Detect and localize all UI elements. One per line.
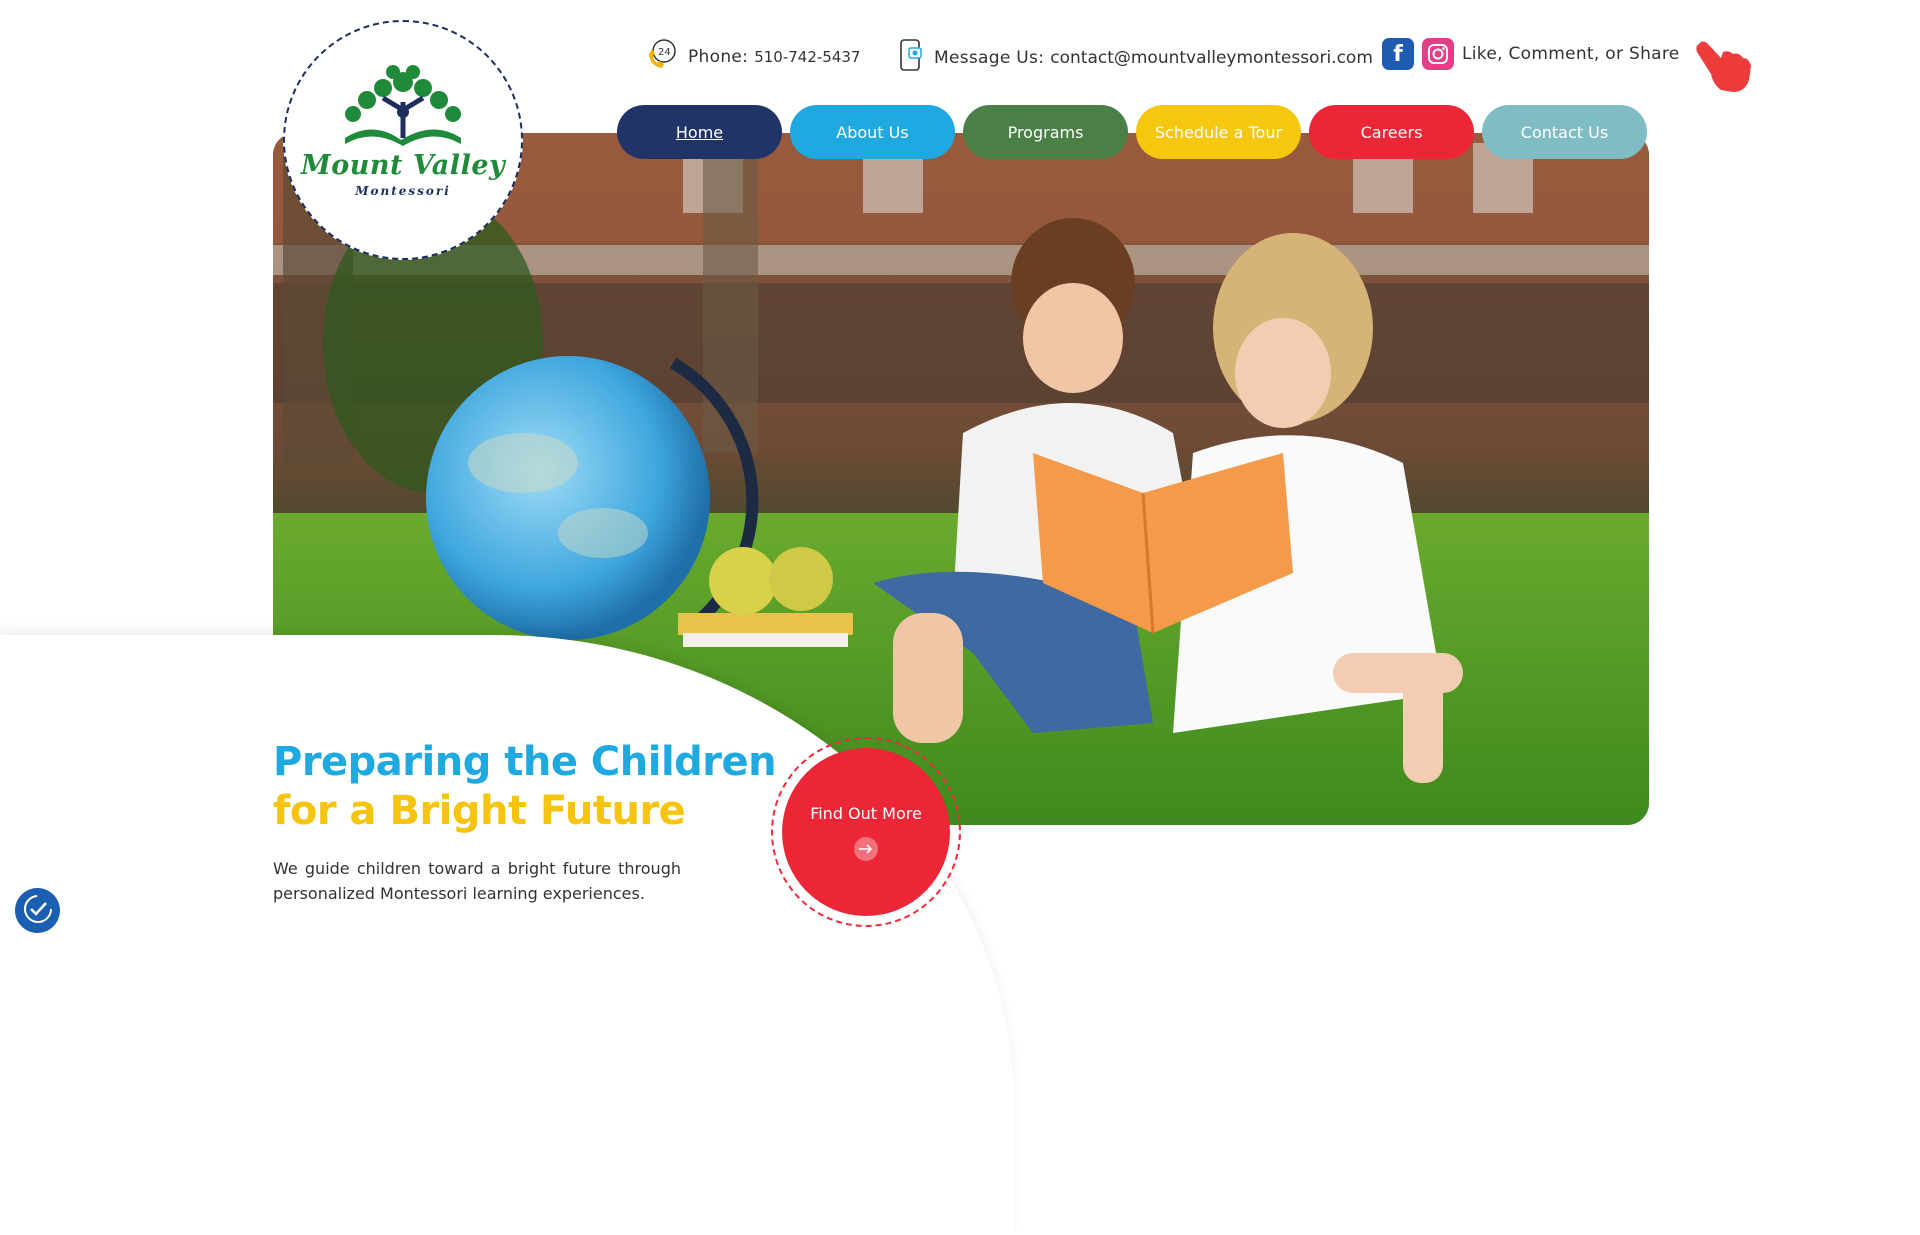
logo-subtitle: Montessori (355, 184, 451, 198)
facebook-icon[interactable]: f (1382, 38, 1414, 70)
cta-label: Find Out More (810, 803, 922, 823)
message-phone-icon (898, 38, 924, 77)
nav-programs-label: Programs (1007, 122, 1084, 142)
svg-text:24: 24 (658, 47, 671, 58)
social-label: Like, Comment, or Share (1462, 44, 1680, 64)
contact-phone[interactable]: 24 Phone: 510-742-5437 (646, 38, 860, 75)
nav-contact-label: Contact Us (1520, 122, 1609, 142)
find-out-more-button[interactable]: Find Out More (782, 748, 950, 916)
email-link[interactable]: contact@mountvalleymontessori.com (1050, 48, 1373, 68)
site-logo[interactable]: Mount Valley Montessori (283, 20, 523, 260)
nav-home[interactable]: Home (617, 105, 782, 159)
phone-24-icon: 24 (646, 38, 678, 75)
nav-careers[interactable]: Careers (1309, 105, 1474, 159)
accessibility-icon (22, 893, 54, 929)
hero-headline: Preparing the Children for a Bright Futu… (273, 738, 777, 836)
logo-name: Mount Valley (300, 150, 506, 181)
hero-headline-line1: Preparing the Children (273, 739, 777, 785)
nav-contact-us[interactable]: Contact Us (1482, 105, 1647, 159)
instagram-icon[interactable] (1422, 38, 1454, 70)
main-nav: Home About Us Programs Schedule a Tour C… (617, 105, 1647, 159)
nav-schedule-tour[interactable]: Schedule a Tour (1136, 105, 1301, 159)
arrow-right-icon (854, 836, 878, 861)
hero-description: We guide children toward a bright future… (273, 859, 681, 903)
nav-programs[interactable]: Programs (963, 105, 1128, 159)
phone-number[interactable]: 510-742-5437 (754, 48, 860, 66)
contact-social: f Like, Comment, or Share (1382, 38, 1680, 70)
contact-message[interactable]: Message Us: contact@mountvalleymontessor… (898, 38, 1373, 77)
nav-about-label: About Us (836, 122, 909, 142)
nav-careers-label: Careers (1360, 122, 1423, 142)
accessibility-button[interactable] (15, 888, 60, 933)
nav-home-label: Home (675, 122, 724, 142)
hero-headline-line2: for a Bright Future (273, 788, 686, 834)
nav-about-us[interactable]: About Us (790, 105, 955, 159)
pointing-hand-icon (1693, 34, 1753, 100)
phone-label: Phone: (688, 46, 749, 67)
message-label: Message Us: (934, 47, 1045, 68)
nav-schedule-label: Schedule a Tour (1154, 122, 1283, 142)
